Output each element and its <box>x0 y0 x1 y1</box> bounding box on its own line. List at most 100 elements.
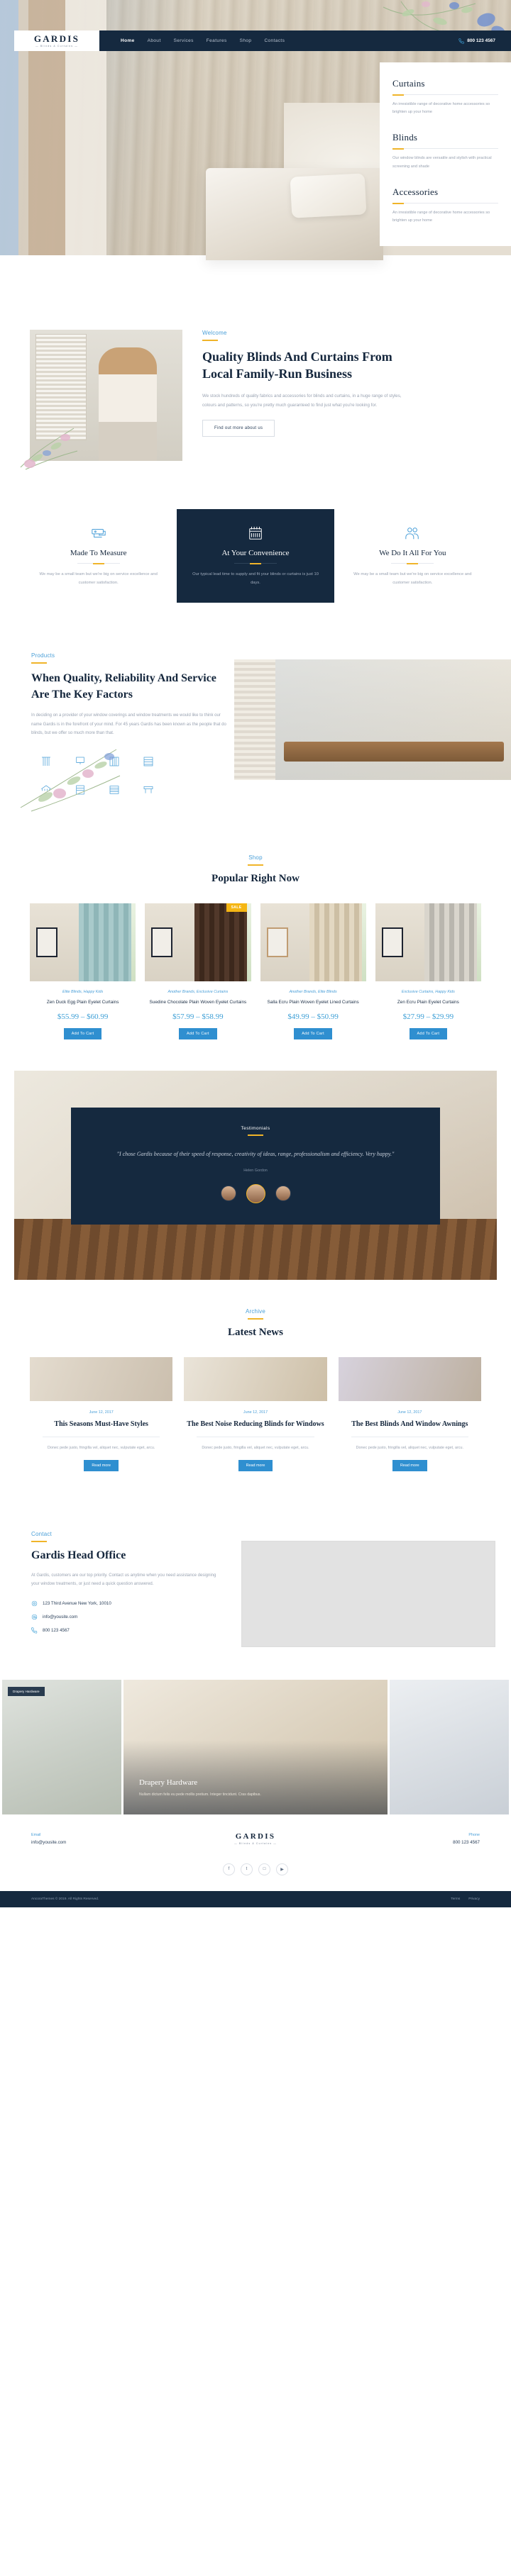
contact-section: Contact Gardis Head Office At Gardis, cu… <box>0 1502 511 1680</box>
feature-at-your-convenience: At Your Convenience Our typical lead tim… <box>177 509 334 603</box>
nav-item-home[interactable]: Home <box>121 38 135 43</box>
avatar[interactable] <box>220 1185 236 1201</box>
contact-email-row[interactable]: info@yousite.com <box>31 1614 234 1620</box>
footer-logo[interactable]: GARDIS — Blinds & Curtains — <box>234 1832 277 1845</box>
divider <box>391 563 434 564</box>
product-card[interactable]: Elite Blinds, Happy Kids Zen Duck Egg Pl… <box>30 903 136 1039</box>
read-more-button[interactable]: Read more <box>392 1459 427 1471</box>
products-heading: When Quality, Reliability And Service Ar… <box>31 672 216 701</box>
mail-icon <box>31 1614 38 1620</box>
service-text: An irresistible range of decorative home… <box>392 102 490 115</box>
site-footer: Email info@yousite.com GARDIS — Blinds &… <box>0 1814 511 1907</box>
find-out-more-button[interactable]: Find out more about us <box>202 419 275 437</box>
gallery-item-featured[interactable]: Drapery Hardware Nullam dictum felis eu … <box>123 1679 388 1814</box>
gallery-tag: Drapery Hardware <box>8 1686 45 1696</box>
product-name[interactable]: Suedine Chocolate Plain Woven Eyelet Cur… <box>145 999 251 1007</box>
instagram-icon[interactable]: □ <box>258 1863 270 1875</box>
read-more-button[interactable]: Read more <box>238 1459 273 1471</box>
feature-we-do-it-all-for-you: We Do It All For You We may be a small t… <box>334 509 491 603</box>
product-grid: Elite Blinds, Happy Kids Zen Duck Egg Pl… <box>0 903 511 1039</box>
contact-content: Contact Gardis Head Office At Gardis, cu… <box>0 1531 234 1647</box>
news-card[interactable]: June 12, 2017 The Best Blinds And Window… <box>338 1356 481 1471</box>
accent-rule <box>31 1540 47 1542</box>
nav-item-features[interactable]: Features <box>207 38 227 43</box>
product-category[interactable]: Exclusive Curtains, Happy Kids <box>375 989 481 996</box>
read-more-button[interactable]: Read more <box>84 1459 119 1471</box>
product-image <box>145 903 251 981</box>
footer-link-terms[interactable]: Terms <box>451 1897 460 1901</box>
shutter-icon[interactable] <box>133 749 163 774</box>
footer-bottom-bar: AncoraThemes © 2019. All Rights Reserved… <box>0 1890 511 1907</box>
product-name[interactable]: Salla Ecru Plain Woven Eyelet Lined Curt… <box>260 999 366 1007</box>
site-header: GARDIS — Blinds & Curtains — Home About … <box>14 30 511 51</box>
nav-item-contacts[interactable]: Contacts <box>264 38 285 43</box>
gallery-section: Drapery Hardware Drapery Hardware Nullam… <box>0 1679 511 1814</box>
news-card[interactable]: June 12, 2017 This Seasons Must-Have Sty… <box>30 1356 173 1471</box>
add-to-cart-button[interactable]: Add To Cart <box>63 1027 102 1039</box>
product-category[interactable]: Another Brands, Exclusive Curtains <box>145 989 251 996</box>
news-card[interactable]: June 12, 2017 The Best Noise Reducing Bl… <box>184 1356 327 1471</box>
news-title[interactable]: The Best Blinds And Window Awnings <box>339 1420 481 1429</box>
avatar[interactable] <box>246 1183 265 1203</box>
gallery-overlay: Drapery Hardware Nullam dictum felis eu … <box>139 1778 372 1799</box>
add-to-cart-button[interactable]: Add To Cart <box>179 1027 217 1039</box>
product-name[interactable]: Zen Ecru Plain Eyelet Curtains <box>375 999 481 1007</box>
news-excerpt: Donec pede justo, fringilla vel, aliquet… <box>356 1446 463 1451</box>
feature-title: We Do It All For You <box>379 549 446 557</box>
gallery-item-left[interactable]: Drapery Hardware <box>2 1679 121 1814</box>
service-card-curtains[interactable]: Curtains An irresistible range of decora… <box>392 74 498 128</box>
testimonial-card: Testimonials "I chose Gardis because of … <box>71 1107 440 1225</box>
nav-item-services[interactable]: Services <box>174 38 194 43</box>
news-date: June 12, 2017 <box>89 1410 114 1415</box>
service-card-accessories[interactable]: Accessories An irresistible range of dec… <box>392 182 498 236</box>
avatar[interactable] <box>275 1185 291 1201</box>
contact-phone-row[interactable]: 800 123 4567 <box>31 1627 234 1634</box>
people-icon <box>347 525 478 542</box>
contact-address-row: 123 Third Avenue New York, 10010 <box>31 1600 234 1607</box>
product-card[interactable]: Exclusive Curtains, Happy Kids Zen Ecru … <box>375 903 481 1039</box>
footer-phone-value[interactable]: 800 123 4567 <box>373 1840 480 1845</box>
news-image <box>338 1356 481 1401</box>
gallery-subtitle: Nullam dictum felis eu pede mollis preti… <box>139 1792 261 1797</box>
testimonial-avatars <box>99 1183 412 1203</box>
product-image <box>375 903 481 981</box>
product-name[interactable]: Zen Duck Egg Plain Eyelet Curtains <box>30 999 136 1007</box>
product-card[interactable]: SALE Another Brands, Exclusive Curtains … <box>145 903 251 1039</box>
add-to-cart-button[interactable]: Add To Cart <box>294 1027 332 1039</box>
footer-email-value[interactable]: info@yousite.com <box>31 1840 138 1845</box>
contact-email[interactable]: info@yousite.com <box>43 1615 77 1619</box>
nav-item-shop[interactable]: Shop <box>240 38 252 43</box>
product-card[interactable]: Another Brands, Elite Blinds Salla Ecru … <box>260 903 366 1039</box>
header-phone-number: 800 123 4567 <box>467 38 495 43</box>
footer-link-privacy[interactable]: Privacy <box>468 1897 480 1901</box>
pelmet-icon[interactable] <box>133 778 163 802</box>
contact-map[interactable] <box>241 1540 495 1647</box>
news-title[interactable]: The Best Noise Reducing Blinds for Windo… <box>184 1420 326 1429</box>
contact-phone[interactable]: 800 123 4567 <box>43 1628 70 1633</box>
news-title[interactable]: This Seasons Must-Have Styles <box>30 1420 172 1429</box>
twitter-icon[interactable]: t <box>241 1863 253 1875</box>
hero-section: GARDIS — Blinds & Curtains — Home About … <box>0 0 511 294</box>
footer-phone-block: Phone 800 123 4567 <box>373 1833 480 1845</box>
floral-decoration-icon <box>20 428 78 470</box>
contact-address: 123 Third Avenue New York, 10010 <box>43 1600 111 1606</box>
news-date: June 12, 2017 <box>397 1410 422 1415</box>
service-text: An irresistible range of decorative home… <box>392 210 490 223</box>
service-title: Blinds <box>392 132 418 143</box>
product-category[interactable]: Elite Blinds, Happy Kids <box>30 989 136 996</box>
youtube-icon[interactable]: ▶ <box>276 1863 288 1875</box>
add-to-cart-button[interactable]: Add To Cart <box>409 1027 448 1039</box>
facebook-icon[interactable]: f <box>223 1863 235 1875</box>
gallery-item-right[interactable] <box>390 1679 509 1814</box>
nav-item-about[interactable]: About <box>148 38 161 43</box>
shop-heading: Popular Right Now <box>211 872 300 884</box>
footer-logo-tagline: — Blinds & Curtains — <box>234 1841 277 1845</box>
service-card-blinds[interactable]: Blinds Our window blinds are versatile a… <box>392 128 498 182</box>
header-phone[interactable]: 800 123 4567 <box>458 38 495 44</box>
product-category[interactable]: Another Brands, Elite Blinds <box>260 989 366 996</box>
footer-top: Email info@yousite.com GARDIS — Blinds &… <box>0 1814 511 1861</box>
news-image <box>184 1356 327 1401</box>
logo[interactable]: GARDIS — Blinds & Curtains — <box>14 30 99 51</box>
copyright-text: AncoraThemes © 2019. All Rights Reserved… <box>31 1897 99 1901</box>
gallery-title: Drapery Hardware <box>139 1778 198 1787</box>
